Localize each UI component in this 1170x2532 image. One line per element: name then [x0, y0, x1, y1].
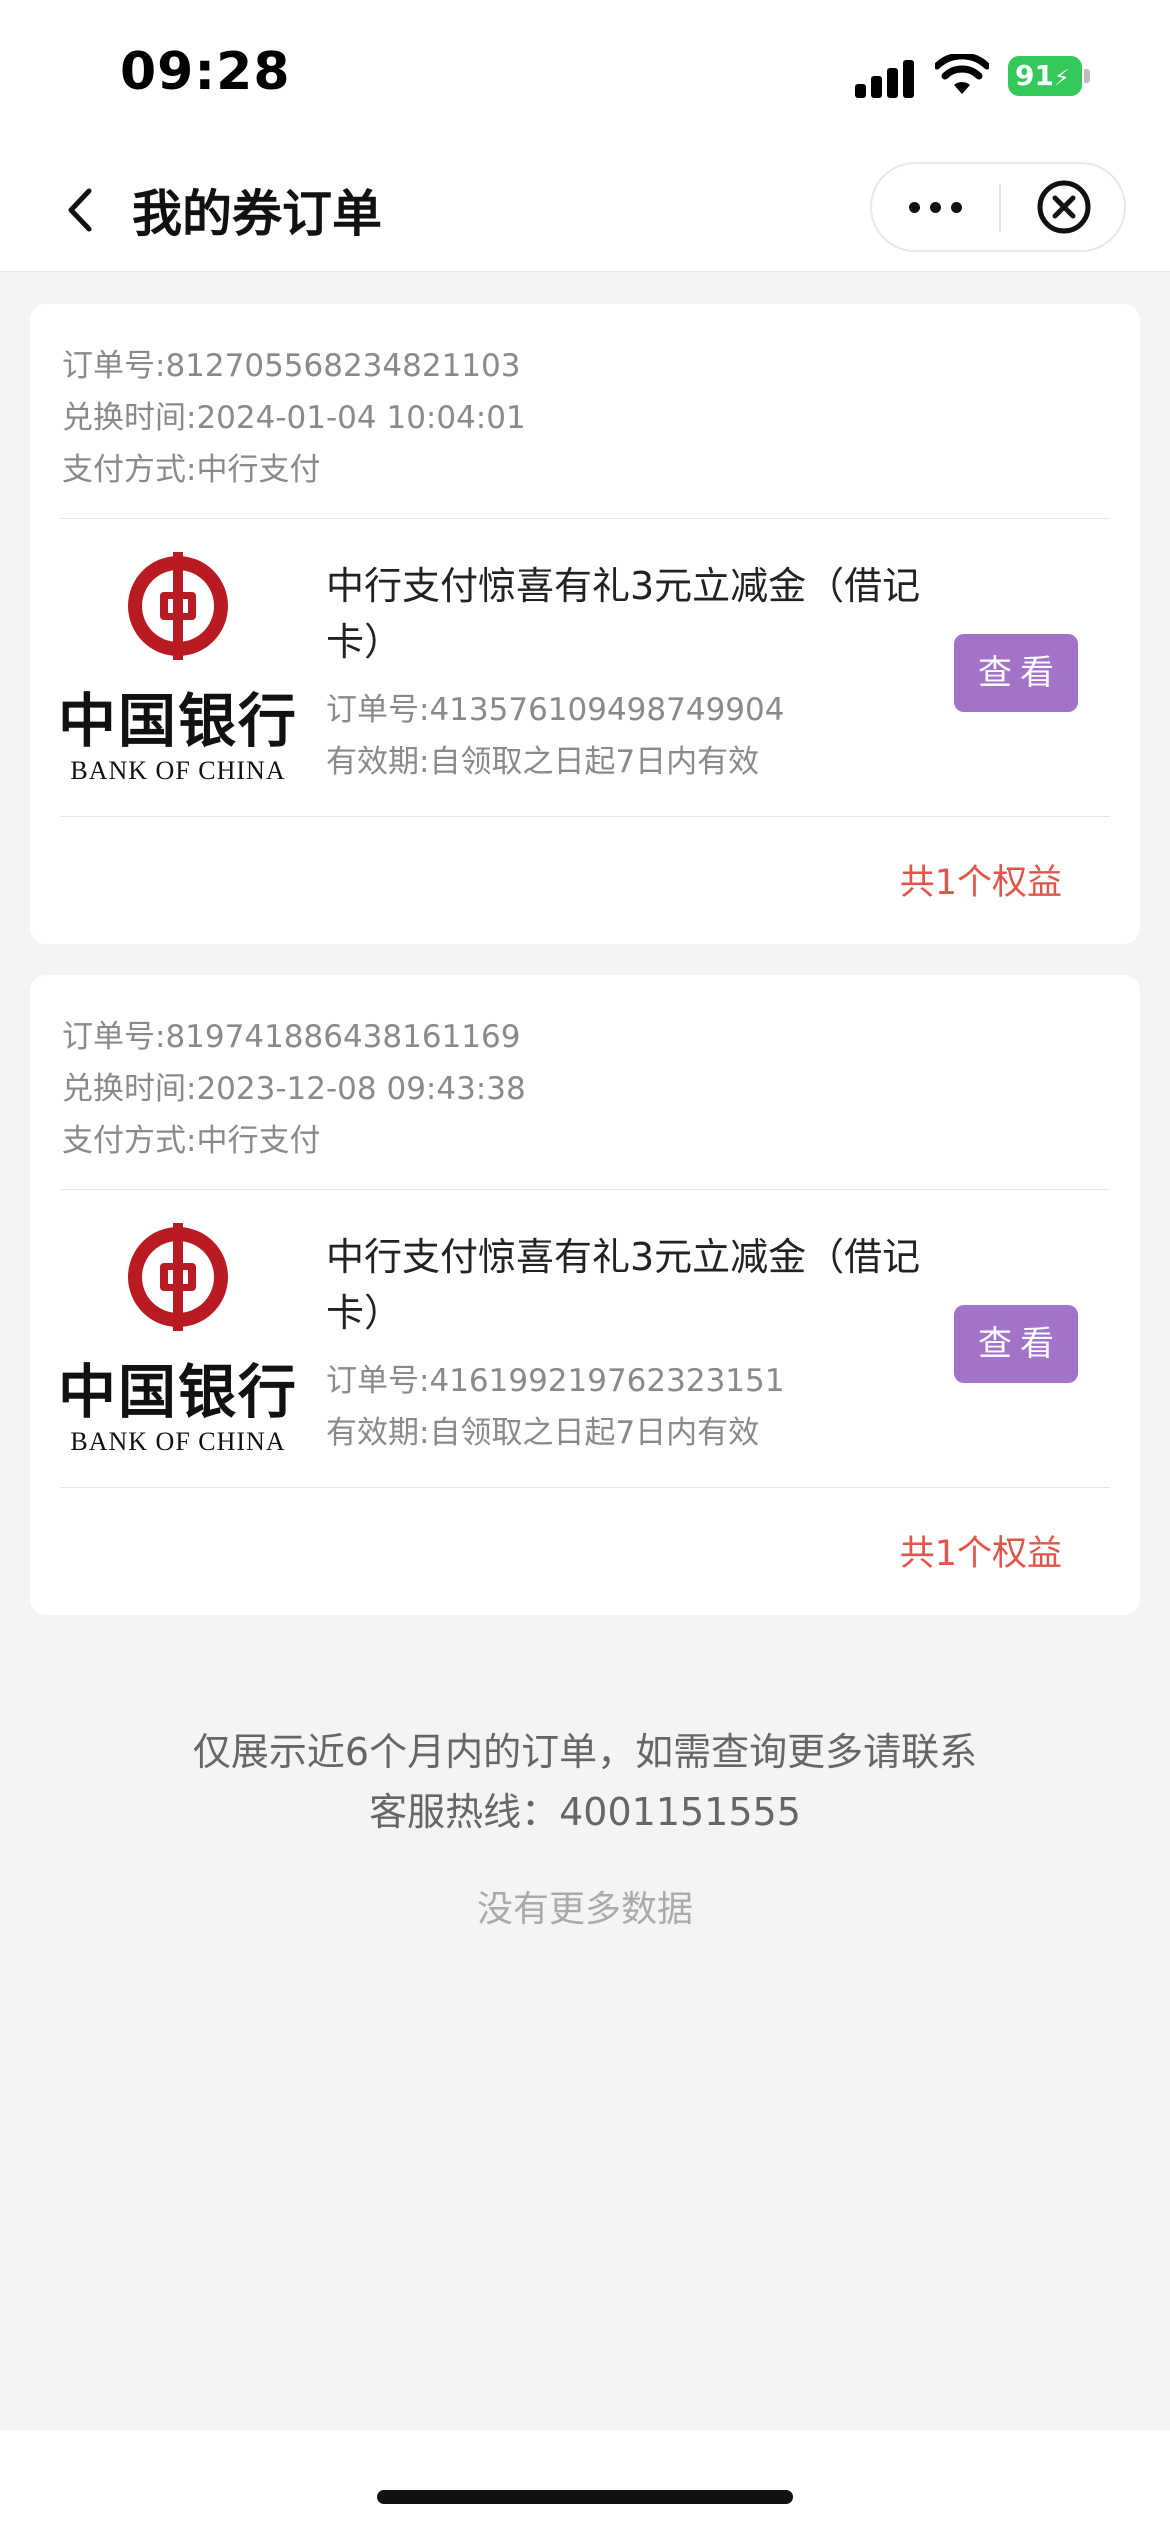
status-time: 09:28	[120, 42, 291, 102]
logo-text-en: BANK OF CHINA	[70, 1427, 286, 1456]
validity: 有效期:自领取之日起7日内有效	[326, 1415, 760, 1451]
wifi-icon	[933, 52, 991, 98]
payment-method: 支付方式:中行支付	[62, 1123, 321, 1159]
status-bar: 09:28 91⚡	[0, 0, 1170, 150]
item-order-number: 订单号:413576109498749904	[326, 692, 785, 728]
battery-icon: 91⚡	[1008, 56, 1090, 96]
hotline: 客服热线：4001151555	[369, 1790, 801, 1834]
mini-program-capsule	[870, 162, 1126, 252]
view-button[interactable]: 查看	[954, 1305, 1078, 1383]
close-button[interactable]	[1002, 164, 1126, 250]
view-button[interactable]: 查看	[954, 634, 1078, 712]
no-more-data: 没有更多数据	[476, 1889, 693, 1930]
payment-method: 支付方式:中行支付	[62, 452, 321, 488]
chevron-left-icon	[68, 188, 92, 232]
order-card: 订单号:819741886438161169 兑换时间:2023-12-08 0…	[30, 975, 1140, 1615]
more-options-button[interactable]	[872, 164, 999, 250]
more-icon	[909, 201, 920, 213]
benefit-count: 共1个权益	[899, 863, 1062, 903]
bank-of-china-logo: 中国银行 BANK OF CHINA	[58, 548, 298, 788]
history-notice: 仅展示近6个月内的订单，如需查询更多请联系 客服热线：4001151555	[0, 1722, 1170, 1842]
order-number: 订单号:812705568234821103	[62, 348, 521, 384]
close-circle-icon	[1037, 180, 1091, 234]
order-number: 订单号:819741886438161169	[62, 1019, 521, 1055]
logo-text-cn: 中国银行	[58, 1358, 299, 1426]
page-title: 我的券订单	[132, 185, 382, 243]
back-button[interactable]	[50, 180, 110, 240]
screen: 09:28 91⚡ 我的券订单 订单号:812705568234821103 兑…	[0, 0, 1170, 2532]
battery-level: 91⚡	[1008, 56, 1082, 96]
order-card: 订单号:812705568234821103 兑换时间:2024-01-04 1…	[30, 304, 1140, 944]
exchange-time: 兑换时间:2023-12-08 09:43:38	[62, 1071, 526, 1107]
boc-emblem-icon	[128, 552, 228, 660]
nav-bar: 我的券订单	[0, 150, 1170, 272]
logo-text-en: BANK OF CHINA	[70, 756, 286, 785]
cellular-signal-icon	[855, 58, 915, 98]
logo-text-cn: 中国银行	[58, 687, 299, 755]
product-title: 中行支付惊喜有礼3元立减金（借记卡）	[326, 564, 921, 664]
home-indicator[interactable]	[377, 2490, 793, 2504]
validity: 有效期:自领取之日起7日内有效	[326, 744, 760, 780]
item-order-number: 订单号:416199219762323151	[326, 1363, 785, 1399]
exchange-time: 兑换时间:2024-01-04 10:04:01	[62, 400, 526, 436]
boc-emblem-icon	[128, 1223, 228, 1331]
product-title: 中行支付惊喜有礼3元立减金（借记卡）	[326, 1235, 921, 1335]
benefit-count: 共1个权益	[899, 1534, 1062, 1574]
bank-of-china-logo: 中国银行 BANK OF CHINA	[58, 1219, 298, 1459]
